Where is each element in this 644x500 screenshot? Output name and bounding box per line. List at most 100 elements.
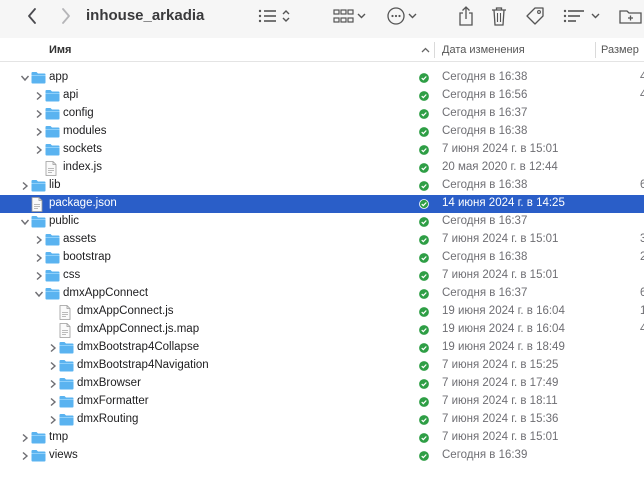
new-folder-button[interactable] (618, 6, 644, 26)
tag-button[interactable] (524, 5, 546, 27)
chevron-right-icon[interactable] (19, 432, 31, 444)
item-date: 7 июня 2024 г. в 15:01 (442, 431, 559, 443)
sync-status-icon (419, 145, 429, 155)
sync-status-icon (419, 343, 429, 353)
folder-row[interactable]: api Сегодня в 16:56 4 (0, 87, 644, 105)
chevron-right-icon[interactable] (33, 90, 45, 102)
folder-row[interactable]: dmxFormatter 7 июня 2024 г. в 18:11 (0, 393, 644, 411)
chevron-right-icon[interactable] (33, 144, 45, 156)
sync-status-icon (419, 415, 429, 425)
list-view-button[interactable] (256, 6, 294, 26)
sync-status-icon (419, 73, 429, 83)
item-date: Сегодня в 16:38 (442, 71, 528, 83)
chevron-right-icon[interactable] (47, 360, 59, 372)
folder-icon (45, 107, 60, 121)
share-button[interactable] (456, 5, 476, 27)
chevron-right-icon[interactable] (33, 108, 45, 120)
folder-row[interactable]: app Сегодня в 16:38 4 (0, 69, 644, 87)
item-name: dmxAppConnect.js.map (77, 323, 200, 335)
folder-icon (31, 71, 46, 85)
item-date: 7 июня 2024 г. в 15:25 (442, 359, 559, 371)
sync-status-icon (419, 433, 429, 443)
trash-button[interactable] (489, 5, 509, 27)
folder-icon (59, 395, 74, 409)
folder-row[interactable]: sockets 7 июня 2024 г. в 15:01 (0, 141, 644, 159)
folder-row[interactable]: bootstrap Сегодня в 16:38 2 (0, 249, 644, 267)
chevron-right-icon[interactable] (47, 396, 59, 408)
item-date: 14 июня 2024 г. в 14:25 (442, 197, 565, 209)
file-icon (59, 305, 73, 320)
folder-row[interactable]: dmxRouting 7 июня 2024 г. в 15:36 (0, 411, 644, 429)
list-sort-icon (563, 9, 600, 23)
item-name: dmxBrowser (77, 377, 141, 389)
chevron-right-icon[interactable] (33, 252, 45, 264)
more-button[interactable] (386, 5, 420, 27)
chevron-right-icon[interactable] (19, 180, 31, 192)
chevron-down-icon[interactable] (19, 72, 31, 84)
item-size: 6 (640, 179, 644, 191)
list-view-icon (258, 9, 290, 23)
sync-status-icon (419, 451, 429, 461)
folder-row[interactable]: public Сегодня в 16:37 (0, 213, 644, 231)
item-name: dmxFormatter (77, 395, 149, 407)
sync-status-icon (419, 91, 429, 101)
item-name: modules (63, 125, 107, 137)
sync-status-icon (419, 253, 429, 263)
column-header: Имя Дата изменения Размер (0, 38, 644, 62)
folder-icon (59, 359, 74, 373)
file-row[interactable]: dmxAppConnect.js 19 июня 2024 г. в 16:04 1 (0, 303, 644, 321)
column-separator[interactable] (595, 42, 596, 58)
chevron-right-icon[interactable] (47, 414, 59, 426)
forward-button[interactable] (56, 6, 76, 26)
item-date: 7 июня 2024 г. в 15:36 (442, 413, 559, 425)
sync-status-icon (419, 217, 429, 227)
chevron-right-icon[interactable] (33, 234, 45, 246)
folder-icon (31, 215, 46, 229)
folder-row[interactable]: lib Сегодня в 16:38 6 (0, 177, 644, 195)
sort-button[interactable] (562, 6, 604, 26)
column-size-header[interactable]: Размер (601, 44, 639, 56)
folder-row[interactable]: config Сегодня в 16:37 (0, 105, 644, 123)
folder-row[interactable]: dmxBootstrap4Navigation 7 июня 2024 г. в … (0, 357, 644, 375)
item-name: dmxBootstrap4Collapse (77, 341, 200, 353)
file-row[interactable]: index.js 20 мая 2020 г. в 12:44 (0, 159, 644, 177)
file-row[interactable]: package.json 14 июня 2024 г. в 14:25 (0, 195, 644, 213)
item-size: 2 (640, 251, 644, 263)
chevron-right-icon[interactable] (47, 378, 59, 390)
item-date: Сегодня в 16:38 (442, 179, 528, 191)
folder-row[interactable]: assets 7 июня 2024 г. в 15:01 3 (0, 231, 644, 249)
folder-row[interactable]: dmxBootstrap4Collapse 19 июня 2024 г. в 1… (0, 339, 644, 357)
folder-row[interactable]: modules Сегодня в 16:38 (0, 123, 644, 141)
chevron-right-icon[interactable] (47, 342, 59, 354)
item-date: 7 июня 2024 г. в 17:49 (442, 377, 559, 389)
folder-row[interactable]: css 7 июня 2024 г. в 15:01 (0, 267, 644, 285)
column-name-header[interactable]: Имя (49, 44, 71, 56)
item-name: lib (49, 179, 61, 191)
item-date: 7 июня 2024 г. в 15:01 (442, 143, 559, 155)
item-date: Сегодня в 16:56 (442, 89, 528, 101)
folder-row[interactable]: tmp 7 июня 2024 г. в 15:01 (0, 429, 644, 447)
file-row[interactable]: dmxAppConnect.js.map 19 июня 2024 г. в 16… (0, 321, 644, 339)
folder-icon (31, 449, 46, 463)
chevron-down-icon[interactable] (33, 288, 45, 300)
item-date: 19 июня 2024 г. в 16:04 (442, 305, 565, 317)
sync-status-icon (419, 307, 429, 317)
tag-icon (526, 7, 544, 25)
folder-icon (45, 233, 60, 247)
folder-row[interactable]: dmxBrowser 7 июня 2024 г. в 17:49 (0, 375, 644, 393)
chevron-right-icon[interactable] (19, 450, 31, 462)
back-button[interactable] (22, 6, 42, 26)
chevron-right-icon[interactable] (33, 126, 45, 138)
group-button[interactable] (332, 6, 368, 26)
share-icon (459, 6, 473, 26)
chevron-down-icon[interactable] (19, 216, 31, 228)
chevron-right-icon[interactable] (33, 270, 45, 282)
column-separator[interactable] (434, 42, 435, 58)
folder-row[interactable]: dmxAppConnect Сегодня в 16:37 6 (0, 285, 644, 303)
chevron-up-icon (421, 47, 430, 53)
item-size: 1 (640, 305, 644, 317)
column-date-header[interactable]: Дата изменения (442, 44, 525, 56)
file-icon (59, 323, 73, 338)
sync-status-icon (419, 235, 429, 245)
folder-row[interactable]: views Сегодня в 16:39 (0, 447, 644, 465)
